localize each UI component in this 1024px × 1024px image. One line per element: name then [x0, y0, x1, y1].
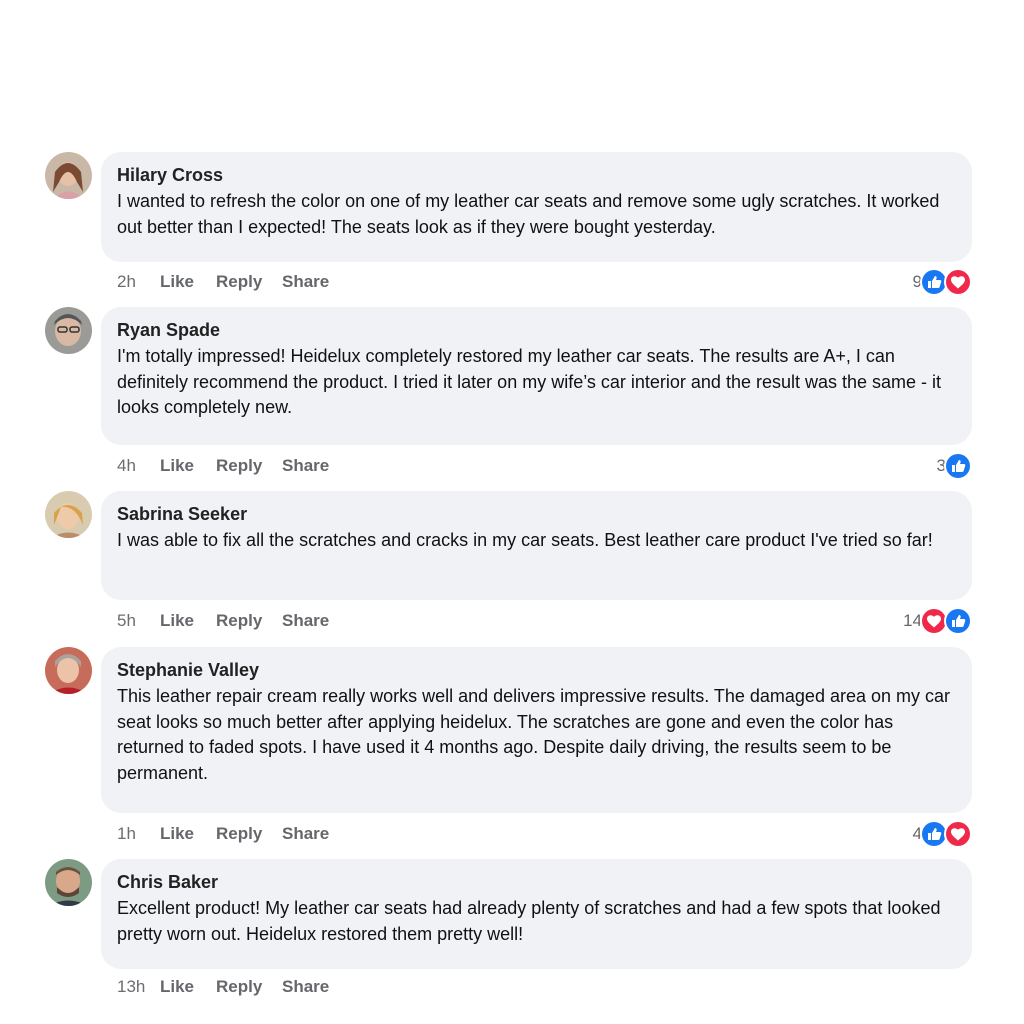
love-icon — [944, 268, 972, 296]
reaction-summary[interactable]: 14 — [903, 607, 972, 635]
comment-bubble: Chris Baker Excellent product! My leathe… — [101, 859, 972, 969]
comment-author[interactable]: Hilary Cross — [117, 164, 956, 186]
comment-bubble: Stephanie Valley This leather repair cre… — [101, 647, 972, 813]
avatar[interactable] — [45, 647, 92, 694]
avatar[interactable] — [45, 491, 92, 538]
reaction-summary[interactable]: 9 — [913, 268, 972, 296]
comment-bubble: Ryan Spade I'm totally impressed! Heidel… — [101, 307, 972, 445]
comment-actions: 1h Like Reply Share — [117, 824, 342, 844]
comment-bubble: Sabrina Seeker I was able to fix all the… — [101, 491, 972, 600]
share-button[interactable]: Share — [282, 977, 342, 997]
reaction-summary[interactable]: 4 — [913, 820, 972, 848]
reaction-summary[interactable]: 3 — [937, 452, 972, 480]
comment-text: I'm totally impressed! Heidelux complete… — [117, 346, 942, 418]
comment-time[interactable]: 2h — [117, 272, 160, 292]
reply-button[interactable]: Reply — [216, 456, 282, 476]
comment-text: This leather repair cream really works w… — [117, 686, 951, 783]
share-button[interactable]: Share — [282, 824, 342, 844]
comment-author[interactable]: Stephanie Valley — [117, 659, 956, 681]
reply-button[interactable]: Reply — [216, 824, 282, 844]
reply-button[interactable]: Reply — [216, 977, 282, 997]
comment-author[interactable]: Chris Baker — [117, 871, 956, 893]
like-icon — [944, 452, 972, 480]
avatar[interactable] — [45, 152, 92, 199]
share-button[interactable]: Share — [282, 272, 342, 292]
comment-text: I wanted to refresh the color on one of … — [117, 191, 940, 237]
comment-bubble: Hilary Cross I wanted to refresh the col… — [101, 152, 972, 262]
comment-text: Excellent product! My leather car seats … — [117, 898, 941, 944]
comment-time[interactable]: 1h — [117, 824, 160, 844]
love-icon — [944, 820, 972, 848]
comment-actions: 2h Like Reply Share — [117, 272, 342, 292]
reply-button[interactable]: Reply — [216, 272, 282, 292]
share-button[interactable]: Share — [282, 456, 342, 476]
avatar[interactable] — [45, 859, 92, 906]
like-button[interactable]: Like — [160, 456, 216, 476]
comment-text: I was able to fix all the scratches and … — [117, 530, 933, 550]
like-button[interactable]: Like — [160, 272, 216, 292]
comment-actions: 4h Like Reply Share — [117, 456, 342, 476]
comment-actions: 5h Like Reply Share — [117, 611, 342, 631]
comment-time[interactable]: 4h — [117, 456, 160, 476]
comment-actions: 13h Like Reply Share — [117, 977, 342, 997]
comment-author[interactable]: Ryan Spade — [117, 319, 956, 341]
comment-author[interactable]: Sabrina Seeker — [117, 503, 956, 525]
share-button[interactable]: Share — [282, 611, 342, 631]
comment-time[interactable]: 5h — [117, 611, 160, 631]
reply-button[interactable]: Reply — [216, 611, 282, 631]
like-icon — [944, 607, 972, 635]
avatar[interactable] — [45, 307, 92, 354]
comment-time[interactable]: 13h — [117, 977, 160, 997]
like-button[interactable]: Like — [160, 611, 216, 631]
like-button[interactable]: Like — [160, 977, 216, 997]
like-button[interactable]: Like — [160, 824, 216, 844]
